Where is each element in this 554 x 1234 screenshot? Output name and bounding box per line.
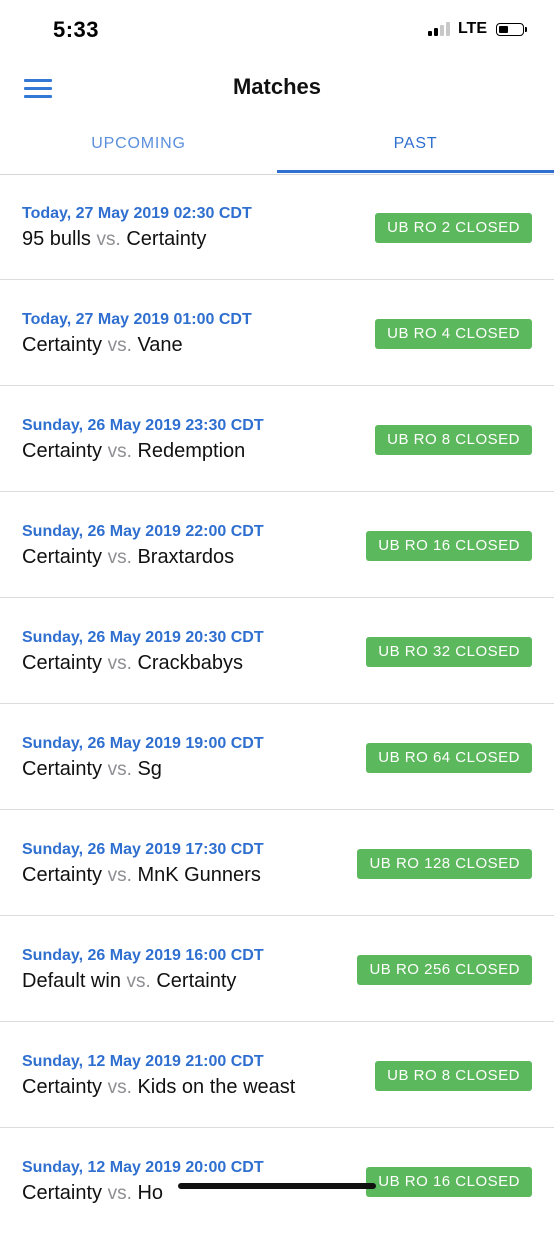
vs-label: vs. bbox=[107, 653, 132, 674]
match-date: Today, 27 May 2019 01:00 CDT bbox=[22, 311, 252, 328]
status-badge: UB RO 16 CLOSED bbox=[366, 531, 532, 561]
status-time: 5:33 bbox=[53, 17, 100, 42]
team-2: MnK Gunners bbox=[137, 864, 261, 886]
match-teams: Certainty vs. Ho bbox=[22, 1182, 163, 1205]
vs-label: vs. bbox=[107, 1077, 132, 1098]
match-row[interactable]: Sunday, 26 May 2019 23:30 CDT Certainty … bbox=[0, 386, 554, 492]
match-date: Sunday, 12 May 2019 20:00 CDT bbox=[22, 1159, 264, 1176]
network-type: LTE bbox=[457, 20, 487, 37]
match-row[interactable]: Today, 27 May 2019 02:30 CDT 95 bulls vs… bbox=[0, 174, 554, 280]
active-tab-indicator bbox=[277, 170, 554, 173]
match-teams: Certainty vs. Kids on the weast bbox=[22, 1076, 295, 1099]
match-date: Sunday, 26 May 2019 22:00 CDT bbox=[22, 523, 264, 540]
match-teams: Certainty vs. Redemption bbox=[22, 440, 245, 463]
team-2: Redemption bbox=[137, 440, 246, 462]
match-date: Sunday, 26 May 2019 23:30 CDT bbox=[22, 417, 264, 434]
match-date: Sunday, 26 May 2019 16:00 CDT bbox=[22, 947, 264, 964]
status-badge: UB RO 128 CLOSED bbox=[357, 849, 532, 879]
tab-past[interactable]: PAST bbox=[277, 118, 554, 174]
status-badge: UB RO 256 CLOSED bbox=[357, 955, 532, 985]
tab-bar: UPCOMING PAST bbox=[0, 118, 554, 175]
team-1: Certainty bbox=[22, 1076, 103, 1098]
vs-label: vs. bbox=[107, 547, 132, 568]
match-row[interactable]: Sunday, 26 May 2019 22:00 CDT Certainty … bbox=[0, 492, 554, 598]
team-1: Certainty bbox=[22, 440, 103, 462]
team-2: Braxtardos bbox=[137, 546, 235, 568]
match-date: Today, 27 May 2019 02:30 CDT bbox=[22, 205, 252, 222]
home-indicator[interactable] bbox=[178, 1183, 376, 1189]
team-1: Certainty bbox=[22, 652, 103, 674]
match-row[interactable]: Sunday, 12 May 2019 21:00 CDT Certainty … bbox=[0, 1022, 554, 1128]
vs-label: vs. bbox=[107, 1183, 132, 1204]
tab-upcoming[interactable]: UPCOMING bbox=[0, 118, 277, 174]
match-list: Today, 27 May 2019 02:30 CDT 95 bulls vs… bbox=[0, 174, 554, 1234]
match-row[interactable]: Sunday, 26 May 2019 17:30 CDT Certainty … bbox=[0, 810, 554, 916]
match-date: Sunday, 26 May 2019 17:30 CDT bbox=[22, 841, 264, 858]
match-date: Sunday, 26 May 2019 20:30 CDT bbox=[22, 629, 264, 646]
team-1: Default win bbox=[22, 970, 121, 992]
team-1: Certainty bbox=[22, 334, 103, 356]
status-badge: UB RO 32 CLOSED bbox=[366, 637, 532, 667]
vs-label: vs. bbox=[107, 335, 132, 356]
match-teams: Default win vs. Certainty bbox=[22, 970, 236, 993]
team-1: Certainty bbox=[22, 1182, 103, 1204]
team-2: Vane bbox=[137, 334, 183, 356]
status-badge: UB RO 8 CLOSED bbox=[375, 1061, 532, 1091]
team-2: Crackbabys bbox=[137, 652, 244, 674]
team-2: Certainty bbox=[126, 228, 207, 250]
status-badge: UB RO 16 CLOSED bbox=[366, 1167, 532, 1197]
team-2: Certainty bbox=[156, 970, 237, 992]
match-row[interactable]: Sunday, 26 May 2019 20:30 CDT Certainty … bbox=[0, 598, 554, 704]
vs-label: vs. bbox=[126, 971, 151, 992]
match-teams: Certainty vs. Crackbabys bbox=[22, 652, 243, 675]
battery-level bbox=[499, 25, 508, 33]
vs-label: vs. bbox=[107, 441, 132, 462]
status-badge: UB RO 64 CLOSED bbox=[366, 743, 532, 773]
status-bar: 5:33 LTE bbox=[0, 0, 554, 60]
cellular-signal-icon bbox=[427, 22, 450, 36]
team-2: Ho bbox=[137, 1182, 164, 1204]
team-1: Certainty bbox=[22, 758, 103, 780]
match-row[interactable]: Today, 27 May 2019 01:00 CDT Certainty v… bbox=[0, 280, 554, 386]
vs-label: vs. bbox=[107, 759, 132, 780]
match-date: Sunday, 12 May 2019 21:00 CDT bbox=[22, 1053, 264, 1070]
status-indicators: LTE bbox=[427, 20, 527, 38]
page-title: Matches bbox=[232, 74, 322, 99]
status-badge: UB RO 8 CLOSED bbox=[375, 425, 532, 455]
battery-icon bbox=[496, 22, 527, 36]
match-teams: 95 bulls vs. Certainty bbox=[22, 228, 206, 251]
vs-label: vs. bbox=[107, 865, 132, 886]
vs-label: vs. bbox=[96, 229, 121, 250]
match-teams: Certainty vs. Braxtardos bbox=[22, 546, 234, 569]
match-row[interactable]: Sunday, 26 May 2019 16:00 CDT Default wi… bbox=[0, 916, 554, 1022]
team-2: Kids on the weast bbox=[137, 1076, 296, 1098]
match-teams: Certainty vs. MnK Gunners bbox=[22, 864, 261, 887]
status-badge: UB RO 2 CLOSED bbox=[375, 213, 532, 243]
team-2: Sg bbox=[137, 758, 162, 780]
status-badge: UB RO 4 CLOSED bbox=[375, 319, 532, 349]
match-row[interactable]: Sunday, 26 May 2019 19:00 CDT Certainty … bbox=[0, 704, 554, 810]
match-row[interactable]: Sunday, 12 May 2019 20:00 CDT Certainty … bbox=[0, 1128, 554, 1234]
match-teams: Certainty vs. Sg bbox=[22, 758, 162, 781]
team-1: 95 bulls bbox=[22, 228, 91, 250]
team-1: Certainty bbox=[22, 546, 103, 568]
team-1: Certainty bbox=[22, 864, 103, 886]
match-date: Sunday, 26 May 2019 19:00 CDT bbox=[22, 735, 264, 752]
navigation-bar: Matches bbox=[0, 60, 554, 118]
match-teams: Certainty vs. Vane bbox=[22, 334, 183, 357]
